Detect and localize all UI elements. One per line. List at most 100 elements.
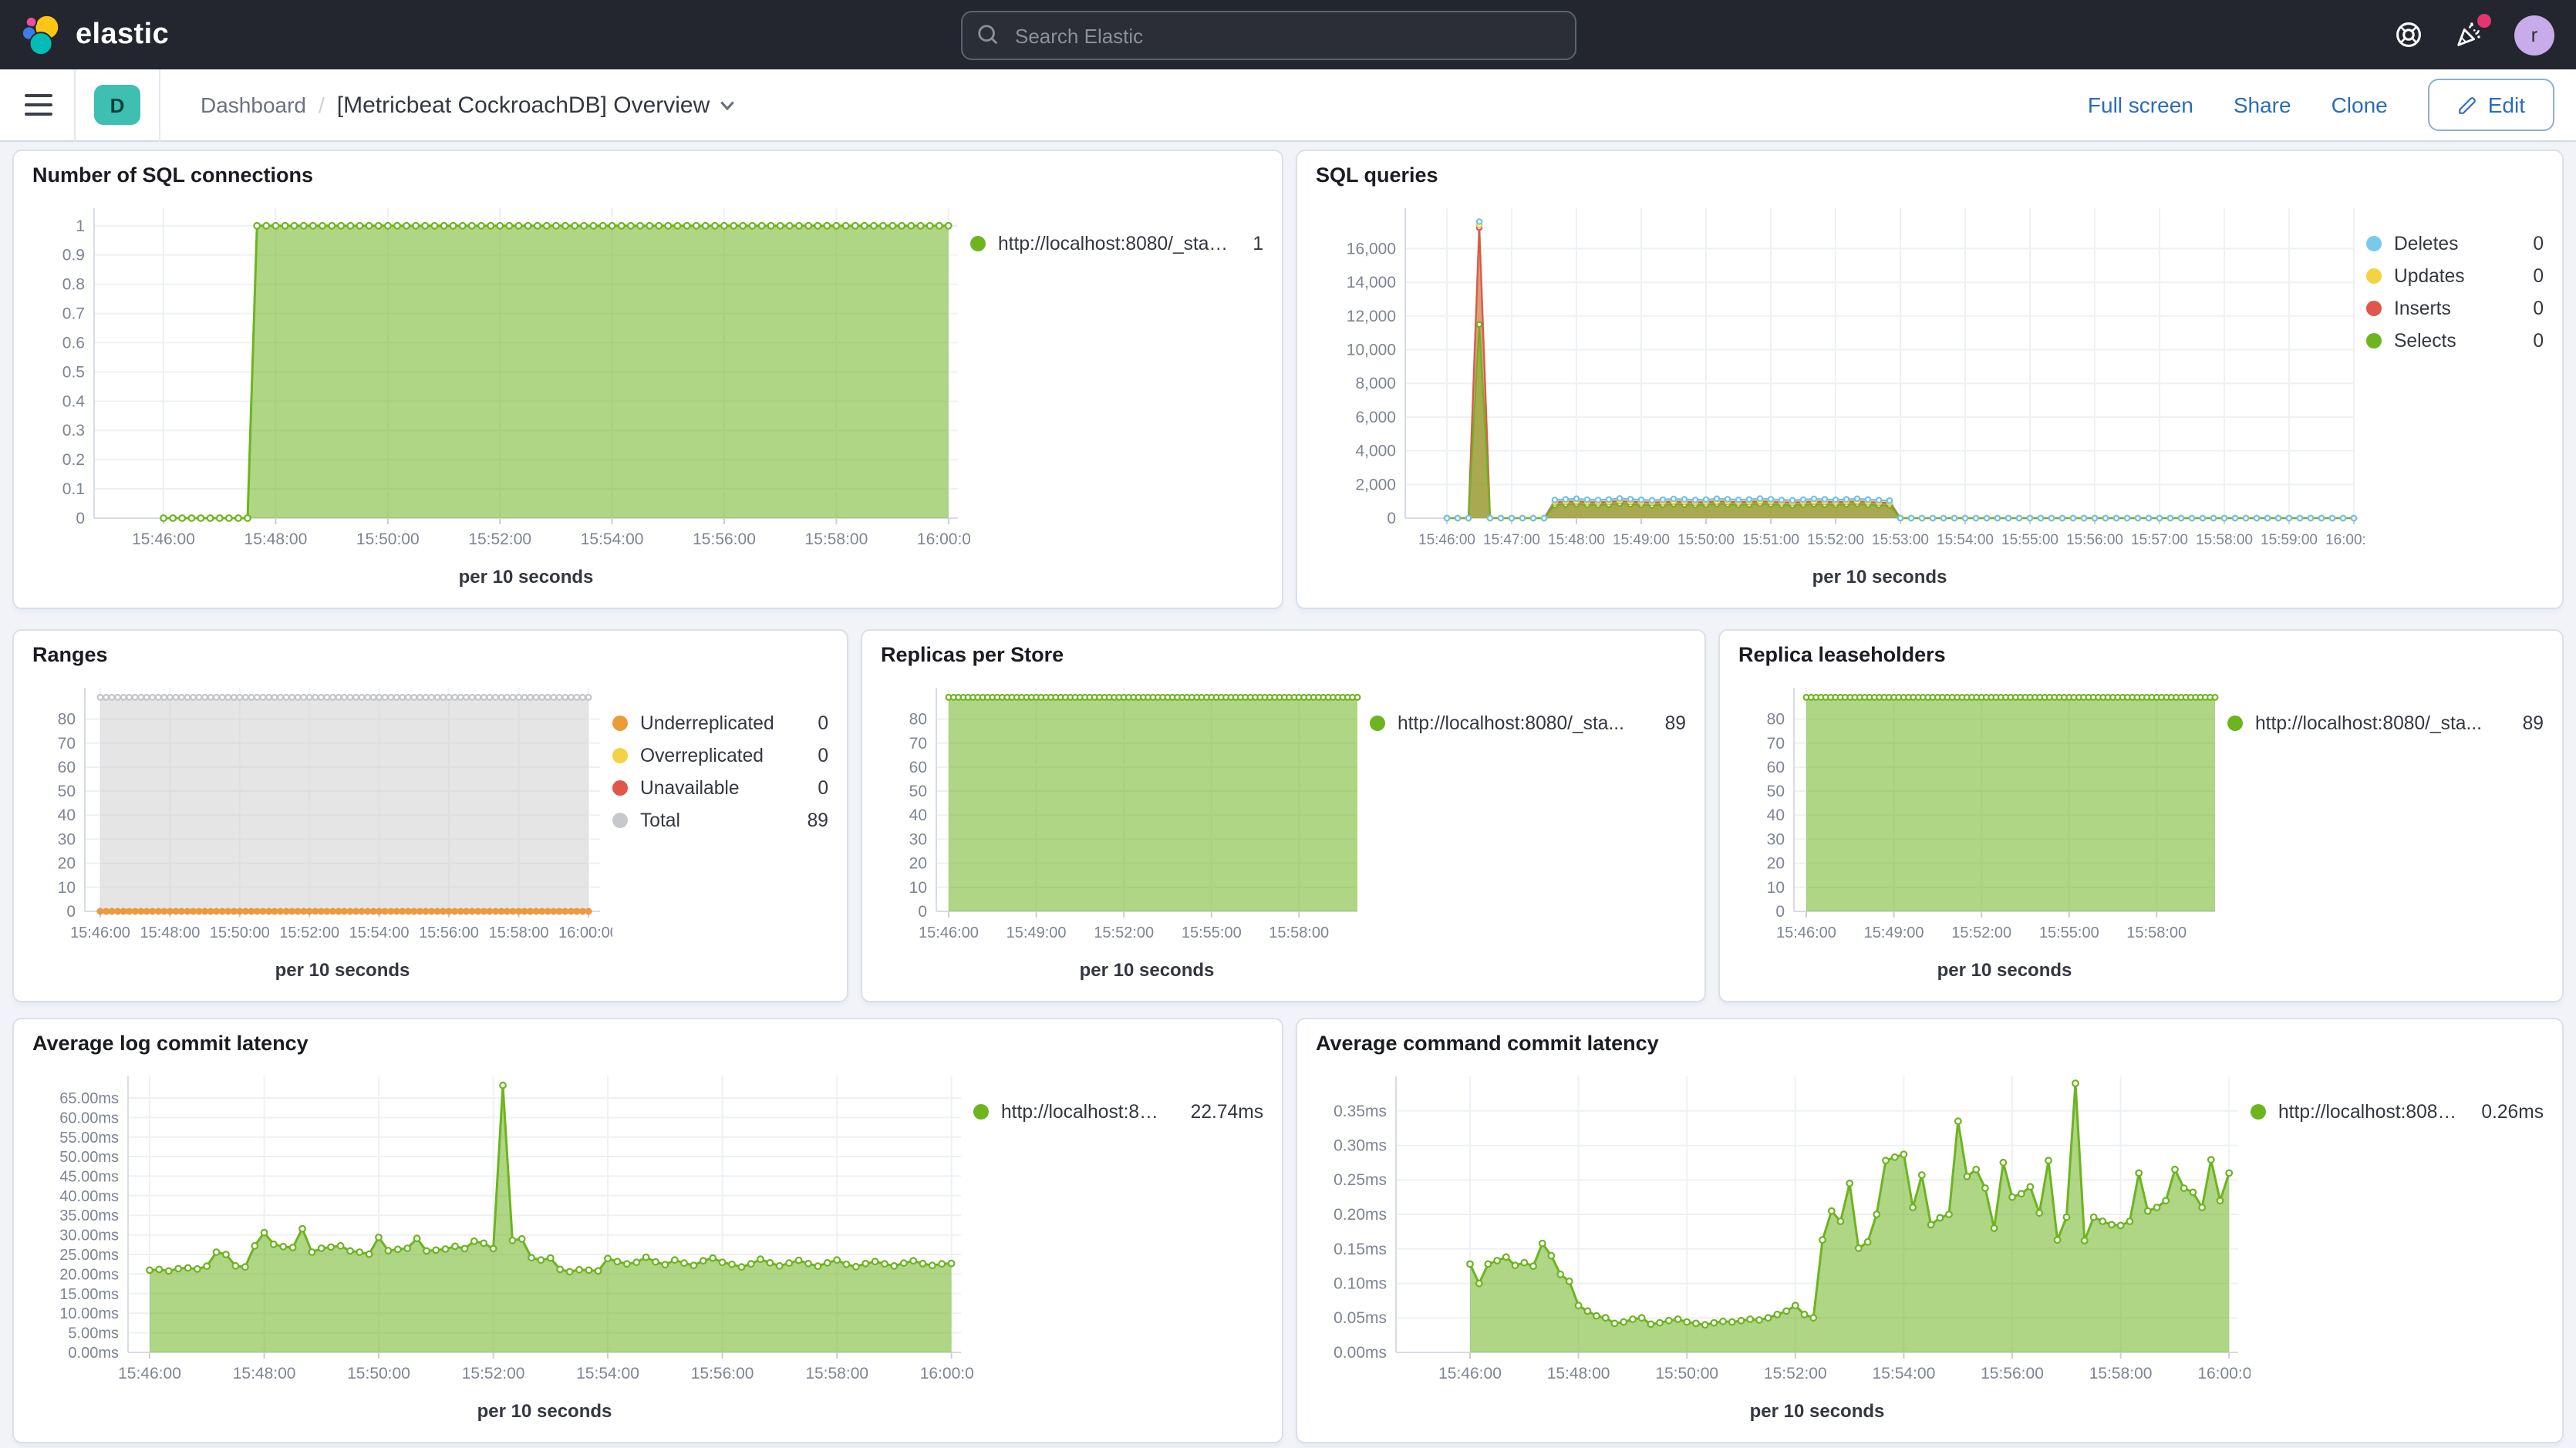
full-screen-button[interactable]: Full screen <box>2088 93 2193 117</box>
series-color-dot <box>612 780 628 796</box>
svg-text:20.00ms: 20.00ms <box>59 1266 119 1283</box>
chevron-down-icon <box>719 96 736 113</box>
legend-item[interactable]: Selects0 <box>2366 330 2544 352</box>
svg-text:60: 60 <box>58 759 76 776</box>
panel-title: Average command commit latency <box>1316 1032 2544 1055</box>
newsfeed-icon[interactable] <box>2454 20 2483 49</box>
help-icon[interactable] <box>2394 20 2423 49</box>
elastic-logo[interactable]: elastic <box>22 14 169 56</box>
svg-text:15:56:00: 15:56:00 <box>691 1365 754 1382</box>
svg-text:15:50:00: 15:50:00 <box>347 1365 410 1382</box>
svg-text:per 10 seconds: per 10 seconds <box>1812 567 1947 588</box>
legend-label: http://localhost:808... <box>1001 1101 1166 1123</box>
svg-text:15:52:00: 15:52:00 <box>1807 532 1864 548</box>
svg-text:15:52:00: 15:52:00 <box>279 924 339 941</box>
svg-text:15:56:00: 15:56:00 <box>1981 1365 2044 1382</box>
panel-avg-log-commit-latency: Average log commit latency 0.00ms5.00ms1… <box>12 1018 1283 1443</box>
series-color-dot <box>2366 301 2382 316</box>
edit-button[interactable]: Edit <box>2428 79 2554 131</box>
legend-item[interactable]: Updates 0 <box>2366 265 2544 287</box>
svg-text:15:50:00: 15:50:00 <box>1655 1365 1718 1382</box>
series-color-dot <box>1370 716 1385 731</box>
svg-text:4,000: 4,000 <box>1355 443 1396 460</box>
svg-text:15:54:00: 15:54:00 <box>1937 532 1994 548</box>
svg-text:15:56:00: 15:56:00 <box>419 924 479 941</box>
chart-legend: http://localhost:8080...0.26ms <box>2251 1058 2544 1429</box>
series-color-dot <box>2251 1104 2266 1120</box>
chart-legend: http://localhost:808...22.74ms <box>973 1058 1263 1429</box>
svg-text:10,000: 10,000 <box>1347 342 1396 359</box>
svg-text:15:53:00: 15:53:00 <box>1872 532 1929 548</box>
legend-item[interactable]: Inserts0 <box>2366 298 2544 319</box>
legend-item[interactable]: Total89 <box>612 810 828 831</box>
svg-text:15:58:00: 15:58:00 <box>489 924 549 941</box>
menu-icon[interactable] <box>22 88 56 122</box>
chart-sql-queries[interactable]: 02,0004,0006,0008,00010,00012,00014,0001… <box>1316 190 2366 595</box>
series-color-dot <box>612 748 628 763</box>
svg-text:30: 30 <box>58 830 76 848</box>
svg-text:15:54:00: 15:54:00 <box>1873 1365 1936 1382</box>
svg-text:10.00ms: 10.00ms <box>59 1305 119 1322</box>
toolbar-divider <box>159 69 160 141</box>
svg-text:30.00ms: 30.00ms <box>59 1227 119 1244</box>
pencil-icon <box>2457 95 2477 115</box>
legend-value: 0 <box>2520 330 2544 352</box>
share-button[interactable]: Share <box>2234 93 2291 117</box>
legend-item[interactable]: Underreplicated0 <box>612 712 828 734</box>
legend-item[interactable]: Deletes0 <box>2366 233 2544 254</box>
svg-text:70: 70 <box>1767 735 1785 753</box>
svg-text:16:00:00: 16:00:00 <box>917 530 970 548</box>
svg-text:15:54:00: 15:54:00 <box>349 924 410 941</box>
legend-value: 0 <box>805 745 828 766</box>
svg-text:15:46:00: 15:46:00 <box>919 924 979 941</box>
search-input[interactable] <box>961 11 1576 60</box>
legend-item[interactable]: http://localhost:8080/_sta...89 <box>1370 712 1686 734</box>
svg-text:65.00ms: 65.00ms <box>59 1090 119 1107</box>
legend-label: Deletes <box>2394 233 2458 254</box>
dashboard-title-menu[interactable]: [Metricbeat CockroachDB] Overview <box>337 92 737 118</box>
svg-text:15:50:00: 15:50:00 <box>210 924 270 941</box>
clone-button[interactable]: Clone <box>2332 93 2388 117</box>
legend-value: 0 <box>2520 265 2544 287</box>
svg-text:12,000: 12,000 <box>1347 308 1396 325</box>
svg-text:10: 10 <box>909 879 927 897</box>
legend-item[interactable]: Overreplicated0 <box>612 745 828 766</box>
panel-replica-leaseholders: Replica leaseholders 0102030405060708015… <box>1718 629 2564 1002</box>
chart-avg-command-commit-latency[interactable]: 0.00ms0.05ms0.10ms0.15ms0.20ms0.25ms0.30… <box>1316 1058 2251 1429</box>
chart-number-of-sql-connections[interactable]: 00.10.20.30.40.50.60.70.80.9115:46:0015:… <box>32 190 970 595</box>
svg-text:0.00ms: 0.00ms <box>68 1345 119 1362</box>
chart-avg-log-commit-latency[interactable]: 0.00ms5.00ms10.00ms15.00ms20.00ms25.00ms… <box>32 1058 973 1429</box>
svg-text:0.35ms: 0.35ms <box>1334 1103 1387 1120</box>
svg-text:0.10ms: 0.10ms <box>1334 1275 1387 1293</box>
deployment-badge[interactable]: D <box>94 85 140 125</box>
legend-value: 0 <box>2520 298 2544 319</box>
svg-text:15:56:00: 15:56:00 <box>2066 532 2123 548</box>
legend-value: 0.26ms <box>2469 1101 2544 1123</box>
legend-label: Updates <box>2394 265 2465 287</box>
svg-text:15:58:00: 15:58:00 <box>1269 924 1329 941</box>
chart-ranges[interactable]: 0102030405060708015:46:0015:48:0015:50:0… <box>32 669 612 988</box>
legend-item[interactable]: Unavailable0 <box>612 777 828 799</box>
breadcrumb-dashboard-link[interactable]: Dashboard <box>201 93 306 117</box>
svg-text:70: 70 <box>909 735 927 753</box>
edit-button-label: Edit <box>2488 93 2525 117</box>
legend-item[interactable]: http://localhost:8080/_sta...89 <box>2227 712 2544 734</box>
chart-replicas-per-store[interactable]: 0102030405060708015:46:0015:49:0015:52:0… <box>881 669 1370 988</box>
svg-text:15:55:00: 15:55:00 <box>2039 924 2099 941</box>
user-avatar[interactable]: r <box>2514 15 2554 55</box>
svg-text:15:58:00: 15:58:00 <box>805 530 868 548</box>
legend-item[interactable]: http://localhost:808...22.74ms <box>973 1101 1263 1123</box>
navbar-right-icons: r <box>2394 15 2554 55</box>
svg-text:16:00:00: 16:00:00 <box>558 924 612 941</box>
legend-item[interactable]: http://localhost:8080...0.26ms <box>2251 1101 2544 1123</box>
legend-item[interactable]: http://localhost:8080/_stat...1 <box>970 233 1263 254</box>
svg-text:0.3: 0.3 <box>62 422 85 439</box>
breadcrumb: Dashboard / [Metricbeat CockroachDB] Ove… <box>201 92 736 118</box>
chart-replica-leaseholders[interactable]: 0102030405060708015:46:0015:49:0015:52:0… <box>1738 669 2227 988</box>
global-search <box>961 11 1576 60</box>
legend-value: 89 <box>795 810 828 831</box>
svg-text:50: 50 <box>909 783 927 800</box>
svg-text:15:50:00: 15:50:00 <box>356 530 420 548</box>
svg-text:0.4: 0.4 <box>62 392 86 410</box>
legend-label: http://localhost:8080/_sta... <box>2255 712 2482 734</box>
